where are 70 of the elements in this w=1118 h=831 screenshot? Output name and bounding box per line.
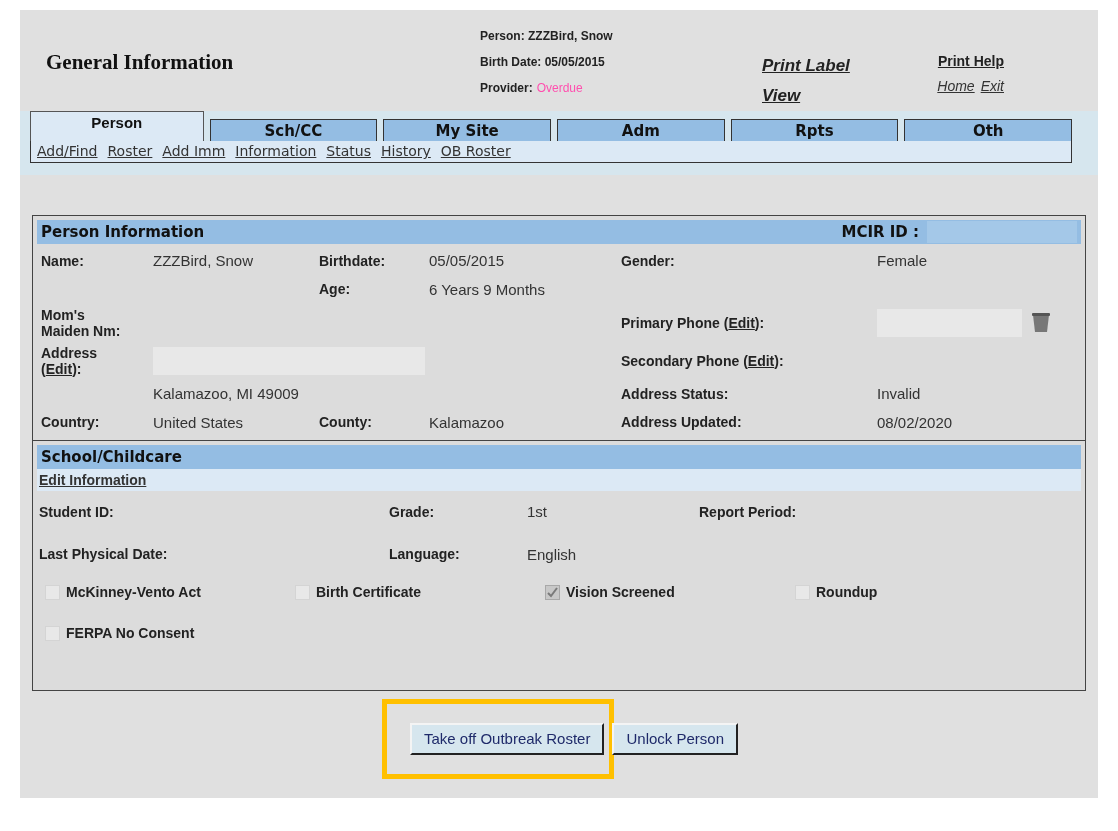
field-label: Last Physical Date: (39, 545, 169, 565)
field-label: Name: (41, 251, 85, 271)
field-value: United States (153, 412, 245, 433)
field-value: ZZZBird, Snow (153, 251, 255, 271)
mcir-id-label: MCIR ID : (841, 221, 919, 243)
field-label: Secondary Phone ( (621, 352, 748, 369)
nav-tab[interactable]: My Site (383, 119, 551, 141)
section-title: Person Information (41, 221, 205, 243)
field-label: ( (41, 361, 46, 377)
subnav-link[interactable]: OB Roster (440, 141, 511, 162)
nav-tab[interactable]: Sch/CC (209, 119, 378, 141)
birth-date: Birth Date: 05/05/2015 (480, 54, 606, 71)
field-value: 6 Years 9 Months (429, 279, 546, 300)
exit-link[interactable]: Exit (980, 76, 1004, 97)
subnav-link[interactable]: Information (235, 141, 317, 162)
section-title: School/Childcare (41, 446, 182, 468)
provider-status: Overdue (536, 80, 583, 97)
checkbox-label: Birth Certificate (316, 583, 422, 602)
view-link[interactable]: View (762, 82, 922, 108)
field-label: Age: (319, 280, 352, 300)
field-value: Female (877, 251, 929, 271)
field-label: ): (754, 314, 765, 331)
checkbox-label: FERPA No Consent (66, 624, 195, 643)
home-link[interactable]: Home (937, 76, 975, 97)
field-label: Report Period: (699, 502, 798, 522)
edit-information-link[interactable]: Edit Information (39, 469, 147, 491)
field-label: County: (319, 413, 373, 433)
field-label: Grade: (389, 502, 436, 522)
field-label: Mom's (41, 307, 86, 323)
field-label: Maiden Nm: (41, 323, 122, 339)
action-button[interactable]: Unlock Person (612, 723, 738, 755)
field-label: Address Updated: (621, 413, 743, 433)
field-value: Invalid (877, 384, 922, 404)
nav-tab[interactable]: Oth (904, 119, 1073, 141)
action-button[interactable]: Take off Outbreak Roster (410, 723, 605, 755)
checkbox[interactable] (545, 585, 560, 600)
subnav-link[interactable]: Add Imm (162, 141, 226, 162)
field-value: Kalamazoo (429, 412, 506, 433)
field-label: Gender: (621, 251, 676, 271)
print-label-link[interactable]: Print Label (762, 53, 922, 79)
field-value: 05/05/2015 (429, 251, 506, 271)
field-value: English (527, 544, 578, 565)
field-label: Student ID: (39, 502, 115, 522)
field-label: Country: (41, 413, 101, 433)
person-name: Person: ZZZBird, Snow (480, 28, 614, 45)
field-label: Birthdate: (319, 251, 387, 271)
field-value: 08/02/2020 (877, 412, 954, 433)
checkbox-label: Roundup (816, 583, 878, 602)
subnav-link[interactable]: History (381, 141, 431, 162)
field-label: Address (41, 345, 98, 361)
field-label: Primary Phone ( (621, 314, 729, 331)
field-value: 1st (527, 502, 548, 522)
nav-tab[interactable]: Rpts (730, 119, 899, 141)
field-label: Address Status: (621, 384, 730, 404)
subnav-link[interactable]: Roster (107, 141, 153, 162)
trash-icon[interactable] (1032, 313, 1050, 333)
nav-tab[interactable]: Adm (556, 119, 725, 141)
checkbox-label: McKinney-Vento Act (66, 583, 201, 602)
field-label: Language: (389, 545, 461, 565)
field-label: ): (774, 352, 784, 369)
field-value: Kalamazoo, MI 49009 (153, 384, 300, 404)
edit-link[interactable]: Edit (728, 314, 755, 331)
checkbox-label: Vision Screened (566, 583, 675, 602)
provider-label: Provider: (480, 80, 533, 97)
subnav-link[interactable]: Status (326, 141, 371, 162)
page-title: General Information (46, 49, 235, 76)
print-help-link[interactable]: Print Help (937, 51, 1004, 72)
field-label: ): (72, 361, 82, 377)
subnav-link[interactable]: Add/Find (37, 141, 98, 162)
nav-tab[interactable]: Person (30, 111, 204, 141)
